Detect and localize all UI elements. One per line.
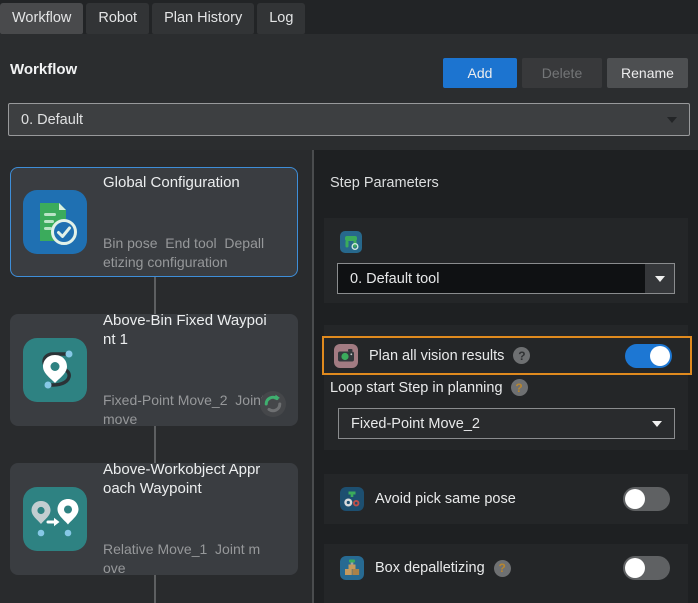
tab-bar: Workflow Robot Plan History Log [0, 0, 698, 34]
end-tool-section: 0. Default tool [324, 218, 688, 303]
loop-start-step-dropdown-value: Fixed-Point Move_2 [351, 416, 480, 432]
avoid-pick-same-pose-toggle[interactable] [623, 487, 670, 511]
loop-start-step-row: Loop start Step in planning ? [330, 379, 528, 396]
relative-move-waypoint-icon [23, 487, 87, 551]
avoid-pick-icon [340, 487, 364, 511]
tab-robot[interactable]: Robot [86, 3, 149, 34]
workflow-dropdown[interactable]: 0. Default [8, 103, 690, 136]
loop-indicator-icon [259, 390, 287, 418]
step-subtitle: Bin pose End tool Depalletizing configur… [103, 234, 267, 272]
chevron-down-icon [652, 421, 662, 427]
end-tool-dropdown-value: 0. Default tool [350, 271, 439, 287]
fixed-point-waypoint-icon [23, 338, 87, 402]
step-title: Global Configuration [103, 173, 267, 192]
avoid-pick-same-pose-section: Avoid pick same pose [324, 474, 688, 524]
tab-plan-history[interactable]: Plan History [152, 3, 254, 34]
step-title: Above-Workobject Approach Waypoint [103, 460, 267, 498]
box-depalletizing-icon [340, 556, 364, 580]
avoid-pick-same-pose-row: Avoid pick same pose [324, 474, 688, 524]
help-icon[interactable]: ? [513, 347, 530, 364]
delete-button[interactable]: Delete [522, 58, 602, 88]
panel-title: Step Parameters [330, 175, 439, 191]
plan-all-vision-results-label: Plan all vision results [369, 348, 504, 364]
tab-workflow[interactable]: Workflow [0, 3, 83, 34]
global-configuration-icon [23, 190, 87, 254]
box-depalletizing-section: Box depalletizing ? [324, 544, 688, 603]
box-depalletizing-row: Box depalletizing ? [324, 544, 688, 580]
vision-icon [334, 344, 358, 368]
add-button[interactable]: Add [443, 58, 517, 88]
box-depalletizing-toggle[interactable] [623, 556, 670, 580]
chevron-down-icon [655, 276, 665, 282]
loop-start-step-label: Loop start Step in planning [330, 380, 503, 396]
step-card-text: Above-Workobject Approach Waypoint Relat… [103, 424, 267, 603]
workflow-step-list: Global Configuration Bin pose End tool D… [0, 150, 312, 603]
tab-log[interactable]: Log [257, 3, 305, 34]
page-title: Workflow [10, 61, 77, 78]
rename-button[interactable]: Rename [607, 58, 688, 88]
workflow-dropdown-value: 0. Default [21, 112, 83, 128]
plan-all-vision-results-toggle[interactable] [625, 344, 672, 368]
step-card-global-configuration[interactable]: Global Configuration Bin pose End tool D… [10, 167, 298, 277]
step-subtitle: Relative Move_1 Joint move [103, 540, 267, 578]
help-icon[interactable]: ? [494, 560, 511, 577]
step-card-above-bin-fixed-waypoint[interactable]: Above-Bin Fixed Waypoint 1 Fixed-Point M… [10, 314, 298, 426]
end-tool-dropdown[interactable]: 0. Default tool [337, 263, 675, 294]
step-card-above-workobject-approach-waypoint[interactable]: Above-Workobject Approach Waypoint Relat… [10, 463, 298, 575]
loop-start-step-dropdown[interactable]: Fixed-Point Move_2 [338, 408, 675, 439]
end-tool-icon [340, 231, 362, 253]
header-buttons: Add Delete Rename [443, 58, 688, 88]
plan-all-vision-results-row: Plan all vision results ? [322, 336, 692, 375]
help-icon[interactable]: ? [511, 379, 528, 396]
step-parameters-panel: Step Parameters 0. Default tool [314, 150, 698, 603]
app-window: Workflow Robot Plan History Log Workflow… [0, 0, 698, 603]
box-depalletizing-label: Box depalletizing [375, 560, 485, 576]
chevron-down-icon [667, 117, 677, 123]
avoid-pick-same-pose-label: Avoid pick same pose [375, 491, 516, 507]
step-title: Above-Bin Fixed Waypoint 1 [103, 311, 267, 349]
dropdown-caret-box [645, 264, 674, 293]
